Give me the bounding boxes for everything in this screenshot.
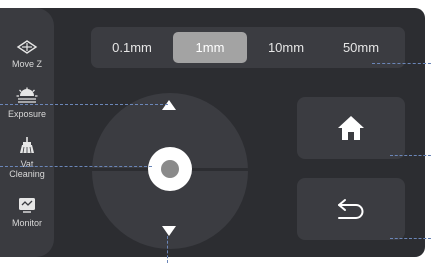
annotation-leader-knob (0, 166, 152, 167)
sidebar-item-label: Exposure (7, 109, 47, 119)
sidebar-item-vat-cleaning[interactable]: Vat Cleaning (0, 136, 54, 184)
home-button[interactable] (297, 97, 405, 159)
move-z-icon (16, 40, 38, 54)
monitor-icon (19, 198, 35, 213)
exposure-icon (16, 87, 38, 103)
vat-cleaning-icon (20, 137, 34, 154)
step-option-10mm[interactable]: 10mm (253, 32, 319, 63)
annotation-leader-steps (372, 63, 431, 64)
step-size-selector: 0.1mm 1mm 10mm 50mm (91, 27, 405, 68)
home-icon (338, 116, 364, 140)
step-option-50mm[interactable]: 50mm (325, 32, 397, 63)
back-icon (338, 199, 364, 219)
sidebar-item-label: Move Z (11, 59, 42, 69)
arrow-down-icon[interactable] (162, 226, 176, 236)
sidebar-item-label: Monitor (11, 218, 42, 228)
joystick-knob[interactable] (148, 147, 192, 191)
joystick-knob-center (161, 160, 179, 178)
arrow-up-icon[interactable] (162, 100, 176, 110)
annotation-leader-up (0, 104, 168, 105)
sidebar-item-label-line1: Vat (20, 159, 34, 169)
screen: Move Z Exposure Vat Cleaning Monitor 0.1… (0, 0, 431, 263)
sidebar-item-label-line2: Cleaning (9, 169, 45, 179)
sidebar: Move Z Exposure Vat Cleaning Monitor (0, 8, 54, 257)
annotation-leader-home (390, 155, 431, 156)
sidebar-item-monitor[interactable]: Monitor (0, 197, 54, 245)
sidebar-item-exposure[interactable]: Exposure (0, 87, 54, 135)
back-button[interactable] (297, 178, 405, 240)
step-option-1mm[interactable]: 1mm (173, 32, 247, 63)
annotation-leader-back (390, 238, 431, 239)
annotation-leader-down (167, 236, 168, 263)
sidebar-item-move-z[interactable]: Move Z (0, 38, 54, 86)
step-option-0-1mm[interactable]: 0.1mm (97, 32, 167, 63)
